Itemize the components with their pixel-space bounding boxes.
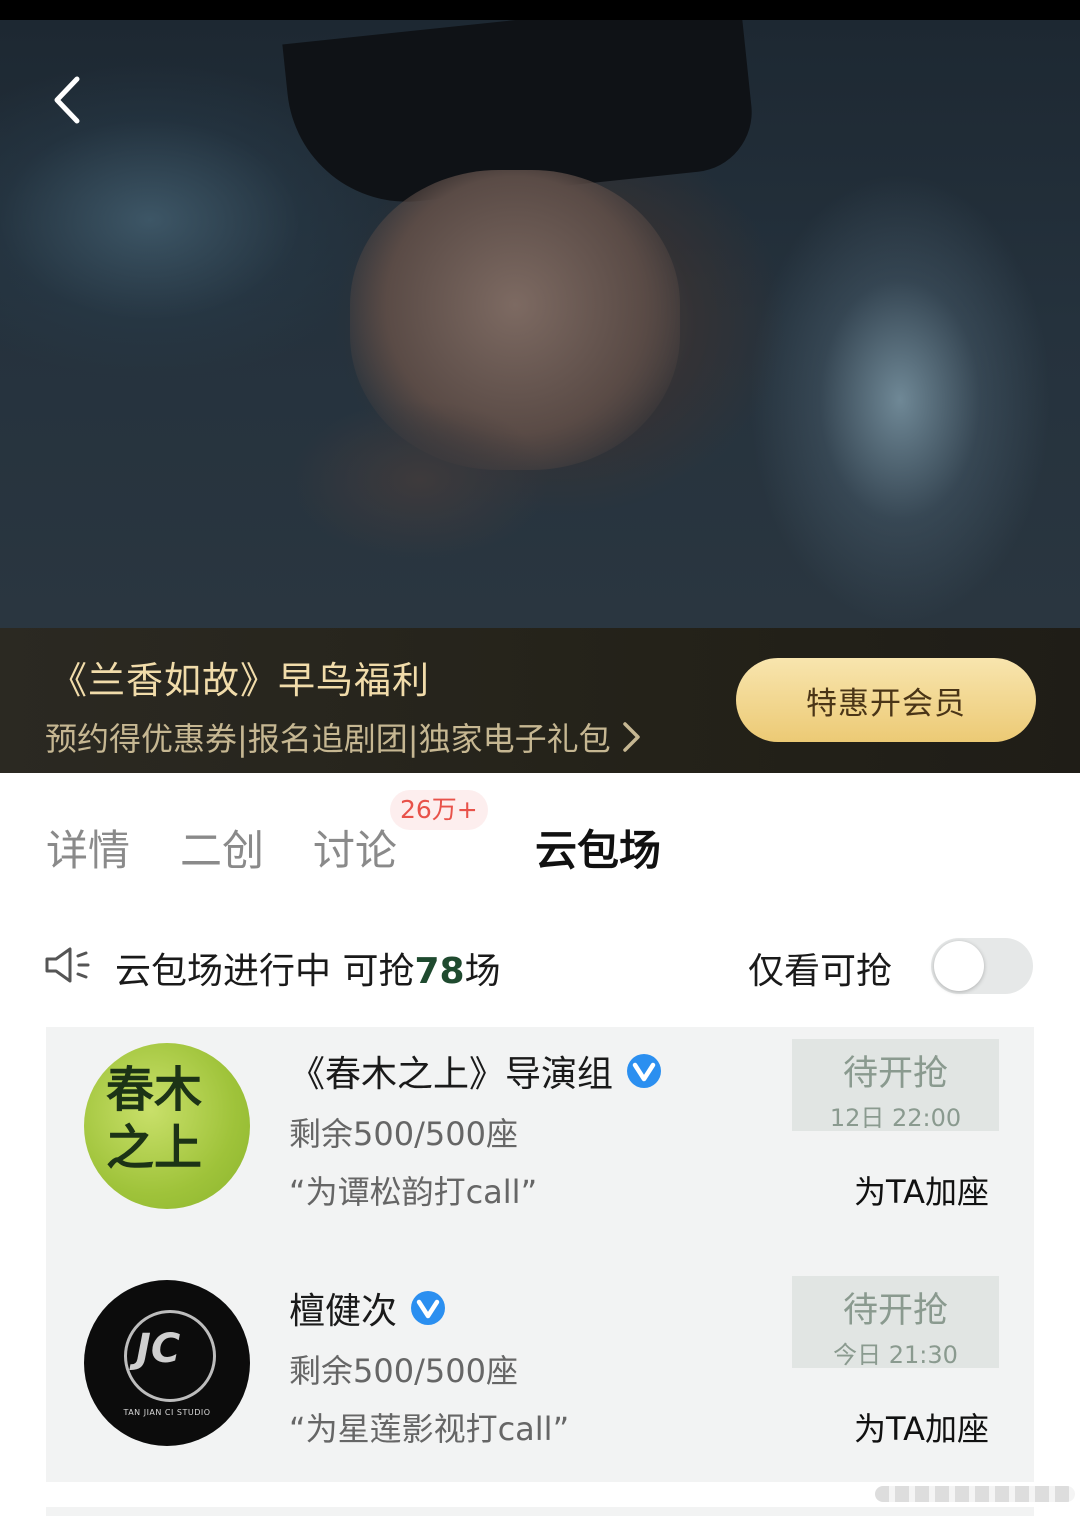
tab-details[interactable]: 详情	[46, 817, 130, 878]
promo-title: 《兰香如故》早鸟福利	[50, 659, 430, 702]
avatar-logo-monogram: JC	[136, 1326, 181, 1372]
vip-subscribe-button[interactable]: 特惠开会员	[736, 658, 1036, 742]
status-prefix: 云包场进行中 可抢	[115, 951, 415, 992]
host-name-text: 《春木之上》导演组	[289, 1054, 614, 1095]
grab-time: 12日 22:00	[829, 1104, 962, 1132]
tab-discussion[interactable]: 讨论	[313, 817, 397, 878]
grab-title: 待开抢	[842, 1291, 948, 1331]
status-count: 78	[414, 951, 465, 992]
grab-pending-button[interactable]: 待开抢 今日 21:30	[792, 1276, 999, 1369]
screening-host-name: 《春木之上》导演组	[289, 1045, 663, 1097]
hero-banner-image[interactable]	[0, 20, 1080, 628]
screening-host-name: 檀健次	[289, 1282, 447, 1334]
screening-status-text: 云包场进行中 可抢78场	[115, 942, 501, 994]
list-item[interactable]: 春木 之上 《春木之上》导演组 剩余500/500座 “为谭松韵打call” 待开…	[46, 1027, 1034, 1245]
chevron-right-icon	[622, 722, 640, 752]
grab-time: 今日 21:30	[833, 1341, 958, 1369]
hero-figure-hand	[290, 400, 550, 560]
screening-slogan: “为星莲影视打call”	[289, 1410, 570, 1448]
verified-v-icon	[627, 1054, 662, 1088]
verified-v-icon	[411, 1291, 446, 1325]
list-item[interactable]: JC TAN JIAN CI STUDIO 檀健次 剩余500/500座 “为星…	[46, 1242, 1034, 1482]
grab-pending-button[interactable]: 待开抢 12日 22:00	[792, 1039, 999, 1132]
avatar-studio-text: TAN JIAN CI STUDIO	[123, 1408, 211, 1417]
screening-status-row: 云包场进行中 可抢78场 仅看可抢	[0, 930, 1080, 1000]
green-logo-avatar[interactable]: 春木 之上	[84, 1043, 250, 1209]
back-button[interactable]	[36, 70, 96, 130]
screening-list[interactable]: 春木 之上 《春木之上》导演组 剩余500/500座 “为谭松韵打call” 待开…	[0, 1027, 1080, 1516]
filter-available-label: 仅看可抢	[748, 951, 893, 992]
speaker-icon	[45, 947, 90, 983]
home-indicator	[875, 1486, 1075, 1502]
avatar-logo-text: 春木 之上	[106, 1062, 203, 1176]
add-seat-button[interactable]: 为TA加座	[854, 1404, 989, 1450]
screening-slogan: “为谭松韵打call”	[289, 1173, 538, 1211]
tab-cloud-screening[interactable]: 云包场	[535, 817, 661, 878]
seats-remaining: 剩余500/500座	[289, 1352, 518, 1390]
promo-banner[interactable]: 《兰香如故》早鸟福利 预约得优惠券|报名追剧团|独家电子礼包 特惠开会员	[0, 628, 1080, 773]
jc-studio-logo-avatar[interactable]: JC TAN JIAN CI STUDIO	[84, 1280, 250, 1446]
discussion-count-badge: 26万+	[390, 790, 488, 830]
tab-fan-creations[interactable]: 二创	[180, 817, 264, 878]
status-suffix: 场	[464, 951, 501, 992]
tab-bar: 详情 二创 讨论 26万+ 云包场	[0, 773, 1080, 913]
promo-subtitle-text: 预约得优惠券|报名追剧团|独家电子礼包	[45, 720, 611, 758]
add-seat-button[interactable]: 为TA加座	[854, 1167, 989, 1213]
status-bar	[0, 0, 1080, 20]
grab-title: 待开抢	[842, 1054, 948, 1094]
seats-remaining: 剩余500/500座	[289, 1115, 518, 1153]
list-item-partial[interactable]	[46, 1507, 1034, 1516]
promo-subtitle[interactable]: 预约得优惠券|报名追剧团|独家电子礼包	[45, 714, 643, 760]
host-name-text: 檀健次	[289, 1291, 398, 1332]
toggle-knob	[934, 941, 984, 991]
chevron-left-icon	[54, 76, 80, 124]
filter-available-toggle[interactable]	[931, 938, 1033, 994]
